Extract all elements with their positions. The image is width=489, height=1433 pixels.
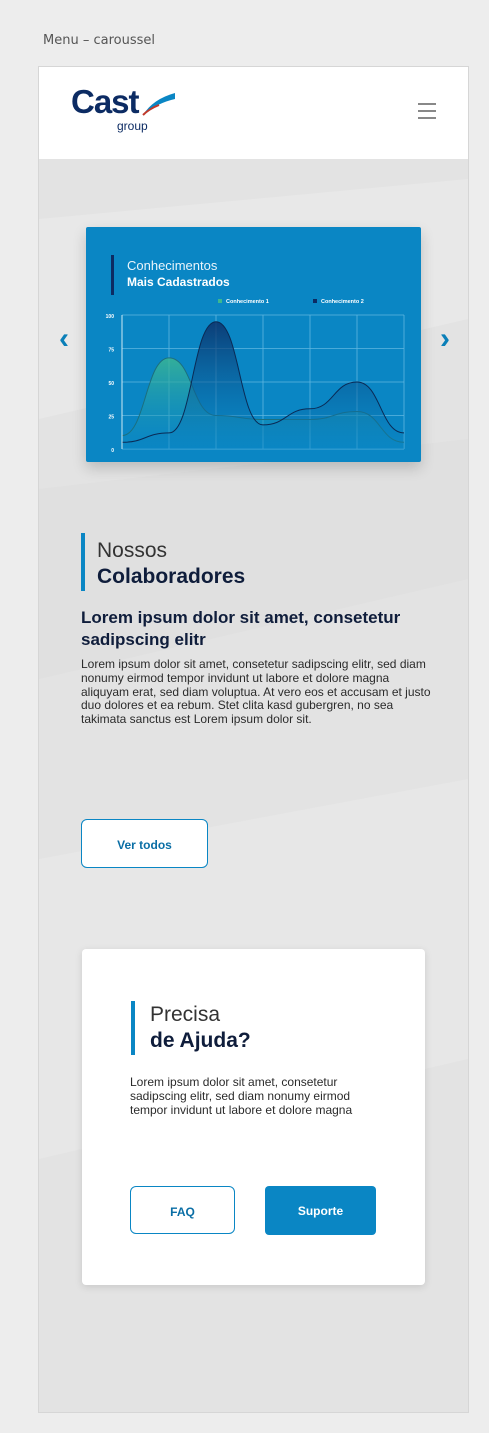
chart-title-line2: Mais Cadastrados bbox=[127, 275, 230, 289]
faq-button[interactable]: FAQ bbox=[130, 1186, 235, 1234]
chart-y-tick-label: 75 bbox=[108, 348, 114, 354]
cast-group-logo[interactable]: Cast group bbox=[71, 83, 201, 143]
help-title-line2: de Ajuda? bbox=[150, 1029, 251, 1052]
chart-legend-swatch-2 bbox=[313, 299, 317, 303]
section-accent-bar bbox=[81, 533, 85, 591]
logo-text: Cast bbox=[71, 83, 140, 120]
chart-carousel: ‹ 100 75 50 25 0 Conhecimento 1 Conhecimento 2… bbox=[39, 222, 468, 472]
top-bar: Cast group bbox=[39, 67, 468, 159]
help-card: Precisa de Ajuda? Lorem ipsum dolor sit … bbox=[82, 949, 425, 1285]
suporte-button[interactable]: Suporte bbox=[265, 1186, 376, 1235]
logo-subtext: group bbox=[117, 119, 148, 133]
hamburger-menu-icon[interactable] bbox=[418, 103, 436, 119]
chart-legend-label-1: Conhecimento 1 bbox=[226, 299, 269, 305]
ver-todos-button[interactable]: Ver todos bbox=[81, 819, 208, 868]
chart-y-tick-label: 0 bbox=[111, 448, 114, 454]
help-accent-bar bbox=[131, 1001, 135, 1055]
section-title-line1: Nossos bbox=[97, 539, 168, 562]
frame-label: Menu – caroussel bbox=[43, 33, 155, 48]
section-heading: Lorem ipsum dolor sit amet, consetetur s… bbox=[81, 608, 401, 649]
section-title-line2: Colaboradores bbox=[97, 565, 246, 588]
chevron-right-icon[interactable]: › bbox=[440, 324, 450, 354]
chart-legend-swatch-1 bbox=[218, 299, 222, 303]
section-body: Lorem ipsum dolor sit amet, consetetur s… bbox=[81, 657, 431, 727]
phone-frame: Cast group ‹ 100 75 50 25 0 Conhecimento 1 Con… bbox=[38, 66, 469, 1413]
chart-y-tick-label: 25 bbox=[108, 415, 114, 421]
chevron-left-icon[interactable]: ‹ bbox=[59, 324, 69, 354]
chart-y-tick-label: 50 bbox=[108, 381, 114, 387]
chart-legend-label-2: Conhecimento 2 bbox=[321, 299, 364, 305]
chart-title-line1: Conhecimentos bbox=[127, 258, 218, 273]
help-title-line1: Precisa bbox=[150, 1003, 221, 1026]
help-body: Lorem ipsum dolor sit amet, consetetur s… bbox=[130, 1075, 353, 1117]
logo-swoosh-icon bbox=[142, 93, 175, 116]
chart-title-accent bbox=[111, 255, 114, 295]
chart-card: 100 75 50 25 0 Conhecimento 1 Conhecimento 2 C… bbox=[86, 227, 421, 462]
chart-y-tick-label: 100 bbox=[106, 314, 115, 320]
